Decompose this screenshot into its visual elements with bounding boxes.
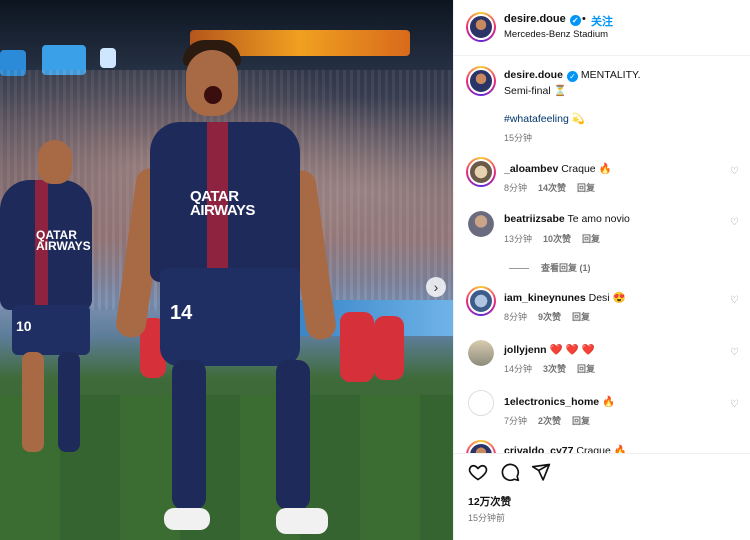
post-detail-panel: desire.doue ✓ • 关注 Mercedes-Benz Stadium … (453, 0, 750, 540)
comment-meta: 14分钟 3次赞 回复 (504, 362, 606, 375)
comment-text: Te amo novio (567, 213, 630, 225)
actions-divider (454, 453, 750, 454)
post-location[interactable]: Mercedes-Benz Stadium (504, 29, 608, 40)
reply-button[interactable]: 回复 (577, 183, 595, 193)
comment-text: Craque 🔥 (561, 163, 612, 175)
likes-count[interactable]: 12万次赞 (468, 494, 511, 509)
shorts-number: 14 (170, 302, 193, 324)
stadium-screen (100, 48, 116, 68)
comment-meta: 7分钟 2次赞 回复 (504, 414, 601, 427)
comment-time: 7分钟 (504, 416, 528, 426)
heart-icon[interactable]: ♡ (730, 399, 739, 410)
avatar[interactable] (466, 440, 496, 453)
caption-line2: Semi-final ⏳ (504, 85, 567, 97)
avatar[interactable] (466, 286, 496, 316)
comment-likes[interactable]: 2次赞 (538, 416, 561, 426)
view-replies-button[interactable]: 查看回复 (1) (509, 261, 591, 274)
comment: _aloambev Craque 🔥 (504, 162, 612, 175)
follow-button[interactable]: 关注 (591, 13, 613, 29)
shirt-sponsor: QATAR AIRWAYS (36, 228, 91, 253)
comment-text: ❤️ ❤️ ❤️ (549, 344, 595, 356)
comment-meta: 8分钟 9次赞 回复 (504, 310, 601, 323)
comment-likes[interactable]: 10次赞 (543, 234, 571, 244)
comment: iam_kineynunes Desi 😍 (504, 291, 626, 304)
verified-icon: ✓ (566, 71, 578, 82)
heart-icon[interactable]: ♡ (730, 347, 739, 358)
reply-button[interactable]: 回复 (572, 416, 590, 426)
comment-likes[interactable]: 3次赞 (543, 364, 566, 374)
comment-icon[interactable] (500, 462, 520, 482)
avatar[interactable] (468, 390, 494, 416)
background-player (374, 316, 404, 380)
avatar[interactable] (466, 157, 496, 187)
comment-likes[interactable]: 9次赞 (538, 312, 561, 322)
caption-username[interactable]: desire.doue (504, 69, 563, 81)
comment-text: Desi 😍 (588, 292, 626, 304)
avatar[interactable] (468, 340, 494, 366)
chevron-right-icon[interactable]: › (426, 277, 446, 297)
heart-icon[interactable]: ♡ (730, 217, 739, 228)
comment-likes[interactable]: 14次赞 (538, 183, 566, 193)
action-bar (468, 462, 738, 484)
comment-username[interactable]: iam_kineynunes (504, 292, 586, 304)
caption-time: 15分钟 (504, 133, 533, 143)
comment: jollyjenn ❤️ ❤️ ❤️ (504, 343, 595, 356)
reply-button[interactable]: 回复 (577, 364, 595, 374)
shirt-sponsor: QATAR AIRWAYS (190, 188, 255, 219)
avatar[interactable] (466, 66, 496, 96)
comment-time: 14分钟 (504, 364, 533, 374)
heart-icon[interactable]: ♡ (730, 295, 739, 306)
verified-icon: ✓ (569, 15, 581, 26)
caption-text: MENTALITY. (580, 69, 641, 81)
avatar[interactable] (468, 211, 494, 237)
comment-meta: 8分钟 14次赞 回复 (504, 181, 606, 194)
post-photo[interactable]: QATAR AIRWAYS 10 QATAR AIRWAYS 14 › (0, 0, 453, 540)
header-divider (454, 55, 750, 56)
comment: beatriizsabe Te amo novio (504, 213, 630, 225)
comment-clipped: crivaldo_cy77 Craque 🔥 (454, 438, 750, 453)
heart-icon[interactable]: ♡ (730, 166, 739, 177)
avatar[interactable] (466, 12, 496, 42)
comment-time: 13分钟 (504, 234, 533, 244)
comment-text: Craque 🔥 (576, 445, 627, 453)
post-username[interactable]: desire.doue (504, 13, 566, 25)
comment-username[interactable]: beatriizsabe (504, 213, 565, 225)
comment-meta: 13分钟 10次赞 回复 (504, 232, 611, 245)
comment-username[interactable]: 1electronics_home (504, 396, 599, 408)
shorts-number: 10 (16, 318, 32, 334)
comment: crivaldo_cy77 Craque 🔥 (504, 444, 627, 453)
comment-time: 8分钟 (504, 312, 528, 322)
comment-username[interactable]: crivaldo_cy77 (504, 445, 573, 453)
background-player (340, 312, 374, 382)
comment-text: 🔥 (602, 396, 616, 408)
separator-dot: • (582, 13, 586, 25)
comment-username[interactable]: _aloambev (504, 163, 558, 175)
post-time: 15分钟前 (468, 513, 506, 523)
caption: desire.doue ✓ MENTALITY. (504, 69, 641, 82)
comment-time: 8分钟 (504, 183, 528, 193)
share-icon[interactable] (531, 462, 551, 482)
reply-button[interactable]: 回复 (572, 312, 590, 322)
comment-username[interactable]: jollyjenn (504, 344, 547, 356)
hashtag-link[interactable]: #whatafeeling 💫 (504, 112, 585, 125)
heart-icon[interactable] (468, 462, 488, 482)
comment: 1electronics_home 🔥 (504, 395, 615, 408)
reply-button[interactable]: 回复 (582, 234, 600, 244)
